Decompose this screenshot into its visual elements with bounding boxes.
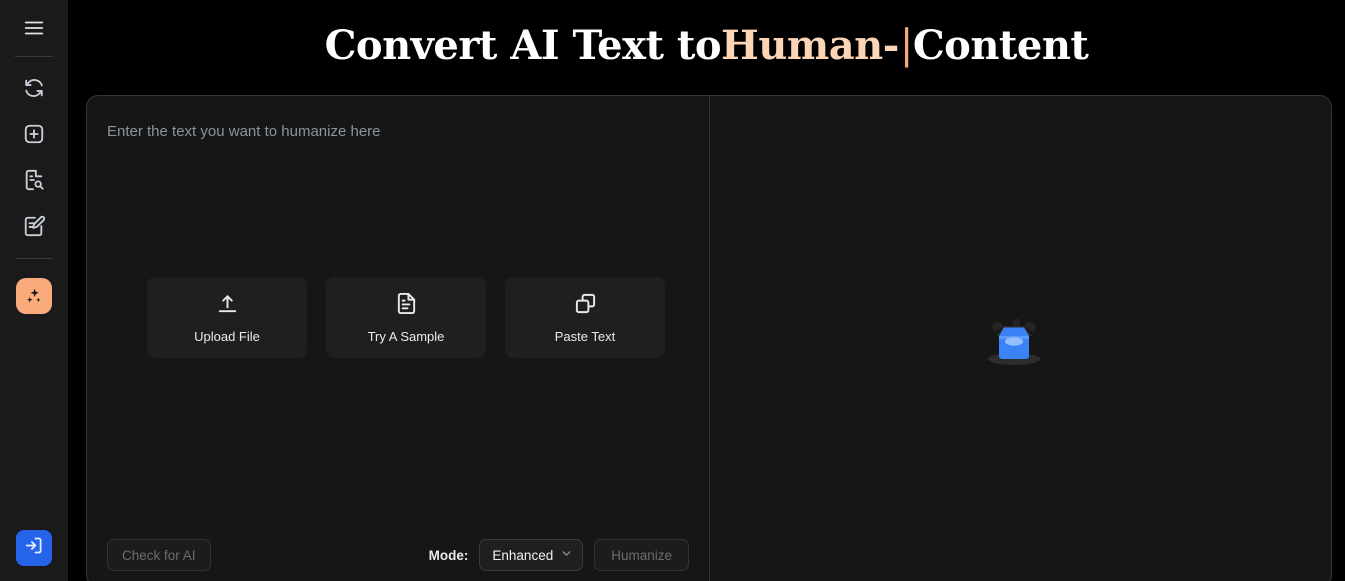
check-for-ai-button[interactable]: Check for AI	[107, 539, 211, 571]
document-search-icon	[23, 169, 45, 191]
document-edit-icon	[23, 215, 45, 237]
humanize-button[interactable]: Humanize	[594, 539, 689, 571]
sidebar-item-new[interactable]	[16, 116, 52, 152]
sidebar	[0, 0, 68, 581]
input-toolbar: Check for AI Mode: Enhanced Humanize	[87, 524, 709, 581]
upload-arrow-icon	[216, 292, 239, 320]
paste-text-button[interactable]: Paste Text	[505, 277, 665, 358]
sidebar-item-detector[interactable]	[16, 162, 52, 198]
output-pane[interactable]	[710, 96, 1331, 581]
copy-paste-icon	[574, 292, 597, 320]
login-arrow-icon	[24, 535, 45, 561]
upload-file-label: Upload File	[194, 328, 260, 344]
page-title-highlight: Human-	[721, 21, 899, 69]
mode-controls: Mode: Enhanced Humanize	[429, 539, 689, 571]
sidebar-item-editor[interactable]	[16, 208, 52, 244]
chevron-down-icon	[560, 547, 573, 563]
empty-box-icon	[982, 314, 1046, 370]
app-root: Convert AI Text to Human- | Content Enter…	[0, 0, 1345, 581]
refresh-cycle-icon	[23, 77, 45, 99]
upload-file-button[interactable]: Upload File	[147, 277, 307, 358]
sparkles-icon	[24, 286, 45, 307]
document-lines-icon	[395, 292, 418, 320]
editor-placeholder: Enter the text you want to humanize here	[107, 123, 381, 140]
page-title: Convert AI Text to Human- | Content	[68, 0, 1345, 90]
paste-text-label: Paste Text	[554, 328, 616, 344]
login-button[interactable]	[16, 530, 52, 566]
sidebar-divider-top	[15, 56, 53, 57]
typing-caret: |	[899, 22, 913, 68]
mode-label: Mode:	[428, 547, 469, 563]
hamburger-menu-button[interactable]	[16, 10, 52, 46]
plus-square-icon	[23, 123, 45, 145]
try-a-sample-button[interactable]: Try A Sample	[326, 277, 486, 358]
sidebar-item-humanizer[interactable]	[16, 278, 52, 314]
page-title-suffix: Content	[912, 21, 1089, 69]
mode-select-value: Enhanced	[492, 547, 554, 563]
text-input-area[interactable]: Enter the text you want to humanize here…	[87, 96, 709, 524]
sidebar-divider-bottom	[15, 258, 53, 259]
sidebar-nav-group	[16, 70, 52, 254]
page-title-prefix: Convert AI Text to	[324, 21, 722, 69]
quick-actions-group: Upload File Try A Sample Paste Text	[147, 277, 665, 358]
hamburger-menu-icon	[23, 17, 45, 39]
try-a-sample-label: Try A Sample	[367, 328, 445, 344]
workspace-card: Enter the text you want to humanize here…	[86, 95, 1332, 581]
sidebar-item-rewrite[interactable]	[16, 70, 52, 106]
mode-select[interactable]: Enhanced	[479, 539, 584, 571]
input-pane: Enter the text you want to humanize here…	[87, 96, 710, 581]
